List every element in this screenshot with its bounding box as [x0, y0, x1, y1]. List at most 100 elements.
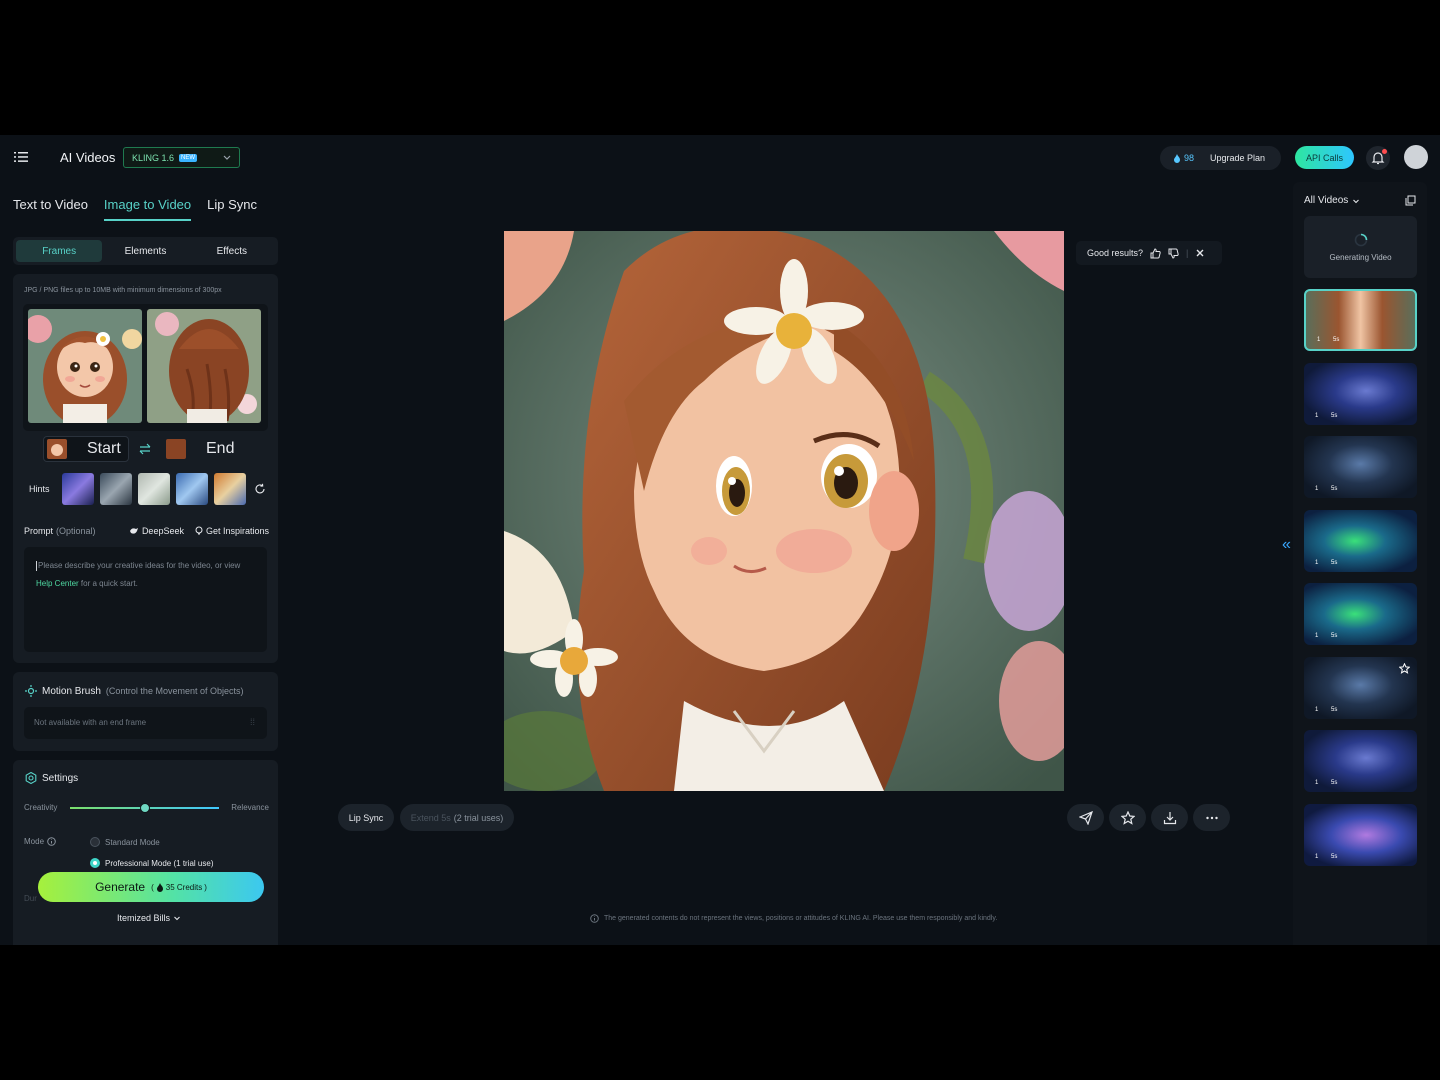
prompt-textarea[interactable]: Please describe your creative ideas for … — [24, 547, 267, 652]
credits-pill[interactable]: 98 Upgrade Plan — [1160, 146, 1281, 170]
menu-icon[interactable] — [14, 150, 28, 164]
collapse-panel-icon[interactable]: « — [1282, 536, 1291, 554]
chevron-down-icon — [174, 916, 180, 921]
tab-text-to-video[interactable]: Text to Video — [13, 197, 88, 221]
hint-thumb[interactable] — [213, 473, 246, 505]
more-icon — [1205, 816, 1218, 819]
model-name: KLING 1.6 — [132, 152, 175, 163]
send-icon — [1078, 810, 1093, 825]
motion-brush-subtitle: (Control the Movement of Objects) — [105, 686, 244, 696]
standard-mode-radio[interactable] — [90, 837, 100, 847]
generate-button[interactable]: Generate ( 35 Credits ) — [38, 872, 264, 902]
slider-knob[interactable] — [139, 803, 150, 813]
video-duration: 5s — [1331, 559, 1338, 566]
star-icon — [1120, 810, 1135, 825]
history-video-item[interactable]: 1 5s — [1304, 436, 1417, 498]
frames-upload-area[interactable] — [23, 304, 268, 431]
end-frame-mini — [166, 439, 186, 459]
history-panel: All Videos Generating Video 1 5s 1 5s 1 5s 1 5s… — [1293, 182, 1427, 945]
tab-image-to-video[interactable]: Image to Video — [103, 197, 192, 221]
end-frame-chip[interactable]: End — [163, 436, 249, 462]
video-duration: 5s — [1331, 486, 1338, 492]
start-frame-chip[interactable]: Start — [43, 436, 129, 462]
flame-icon — [156, 882, 163, 892]
history-video-item[interactable]: 1 5s — [1304, 730, 1417, 792]
end-frame-image[interactable] — [147, 309, 261, 423]
notifications-button[interactable] — [1366, 146, 1390, 170]
refresh-icon[interactable] — [254, 483, 266, 495]
hint-thumb[interactable] — [99, 473, 132, 505]
history-video-item[interactable]: 1 5s — [1304, 509, 1417, 572]
history-video-item[interactable]: 1 5s — [1304, 289, 1417, 351]
motion-brush-header: Motion Brush (Control the Movement of Ob… — [25, 685, 243, 697]
disclaimer-text: The generated contents do not represent … — [604, 915, 998, 922]
settings-title: Settings — [42, 772, 79, 784]
favorite-button[interactable] — [1109, 804, 1146, 831]
motion-brush-title: Motion Brush — [42, 685, 101, 697]
all-videos-filter[interactable]: All Videos — [1304, 195, 1360, 206]
history-video-item[interactable]: 1 5s — [1304, 583, 1417, 645]
video-preview[interactable] — [504, 231, 1064, 791]
app-window: AI Videos KLING 1.6 NEW 98 Upgrade Plan … — [0, 135, 1440, 945]
history-video-item[interactable]: 1 5s — [1304, 803, 1417, 866]
copy-icon[interactable] — [1405, 195, 1416, 206]
deepseek-button[interactable]: DeepSeek — [129, 526, 184, 536]
hint-thumb[interactable] — [61, 473, 94, 505]
whale-icon — [129, 528, 138, 534]
start-frame-mini — [47, 439, 67, 459]
info-icon[interactable] — [47, 837, 56, 846]
creativity-slider[interactable]: Creativity Relevance — [24, 801, 269, 815]
video-duration: 5s — [1331, 780, 1338, 786]
mode-label-group: Mode — [24, 837, 56, 846]
close-icon[interactable] — [1195, 248, 1205, 258]
new-badge: NEW — [179, 153, 198, 162]
extend-button[interactable]: Extend 5s (2 trial uses) — [400, 804, 514, 831]
help-center-link[interactable]: Help Center — [36, 579, 79, 588]
star-icon[interactable] — [1399, 662, 1410, 674]
inspirations-label: Get Inspirations — [205, 526, 269, 536]
pro-mode-option[interactable]: Professional Mode (1 trial use) — [90, 858, 214, 868]
api-calls-button[interactable]: API Calls — [1295, 146, 1354, 169]
spinner-icon — [1354, 233, 1367, 246]
history-video-item[interactable]: 1 5s — [1304, 362, 1417, 425]
history-video-item[interactable]: 1 5s — [1304, 656, 1417, 719]
pro-mode-radio[interactable] — [90, 858, 100, 868]
tab-elements[interactable]: Elements — [102, 240, 188, 262]
chevron-down-icon — [223, 155, 231, 160]
itemized-bills-button[interactable]: Itemized Bills — [117, 913, 181, 923]
feedback-bar: Good results? | — [1076, 241, 1222, 265]
get-inspirations-button[interactable]: Get Inspirations — [195, 526, 269, 536]
video-count: 1 — [1315, 486, 1319, 492]
avatar[interactable] — [1404, 145, 1428, 169]
download-button[interactable] — [1151, 804, 1188, 831]
hint-thumb[interactable] — [175, 473, 208, 505]
info-icon — [590, 914, 599, 923]
thumbs-up-icon[interactable] — [1150, 247, 1161, 259]
lip-sync-button[interactable]: Lip Sync — [338, 804, 394, 831]
credits-count: 98 — [1184, 153, 1195, 163]
model-select[interactable]: KLING 1.6 NEW — [123, 147, 240, 168]
start-frame-image[interactable] — [28, 309, 142, 423]
share-button[interactable] — [1067, 804, 1104, 831]
motion-brush-field: Not available with an end frame ⁞⁞ — [24, 707, 267, 739]
hint-thumb[interactable] — [137, 473, 170, 505]
filter-label: All Videos — [1304, 195, 1349, 206]
upgrade-plan-button[interactable]: Upgrade Plan — [1210, 153, 1265, 163]
standard-mode-option[interactable]: Standard Mode — [90, 837, 160, 847]
motion-brush-status: Not available with an end frame — [34, 718, 147, 727]
tab-frames[interactable]: Frames — [16, 240, 103, 262]
generating-card: Generating Video — [1304, 216, 1417, 278]
thumbs-down-icon[interactable] — [1168, 248, 1179, 259]
swap-icon[interactable] — [138, 443, 152, 455]
disclaimer: The generated contents do not represent … — [590, 914, 997, 923]
deepseek-label: DeepSeek — [141, 526, 184, 536]
more-options-button[interactable] — [1193, 804, 1230, 831]
chevron-down-icon — [1353, 199, 1360, 203]
generate-label: Generate — [95, 880, 146, 894]
tab-lip-sync[interactable]: Lip Sync — [207, 197, 257, 221]
tab-effects[interactable]: Effects — [189, 240, 275, 262]
duration-label: Dur — [24, 894, 37, 903]
upload-hint: JPG / PNG files up to 10MB with minimum … — [24, 287, 222, 294]
separator: | — [1186, 248, 1189, 258]
main-tabs: Text to Video Image to Video Lip Sync — [13, 197, 257, 221]
